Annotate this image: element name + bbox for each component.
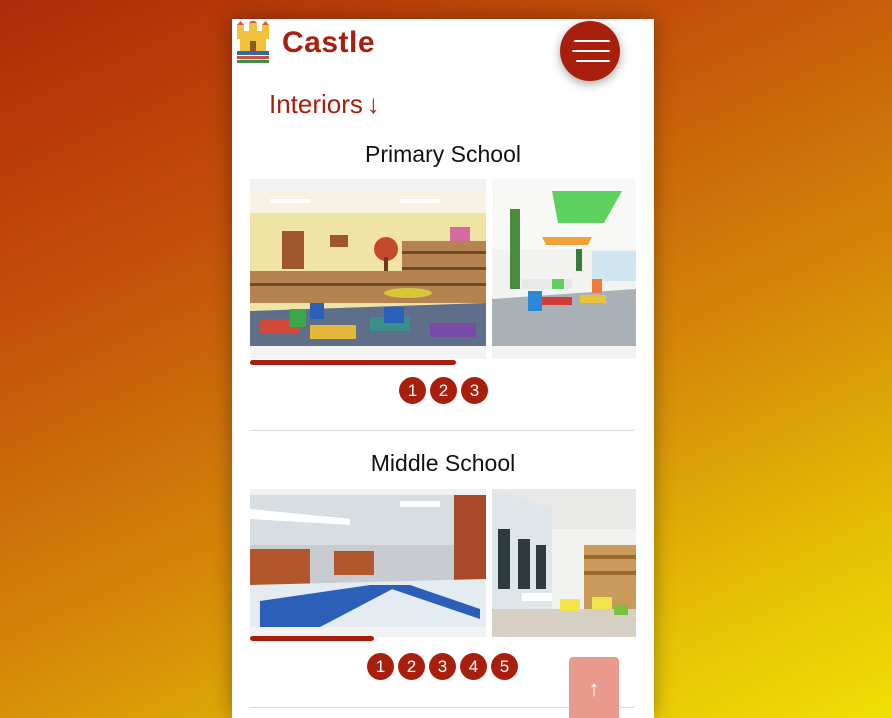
- hamburger-menu-icon: [576, 60, 610, 62]
- page-dot[interactable]: 3: [461, 377, 488, 404]
- carousel-slide[interactable]: [250, 489, 486, 637]
- arrow-up-icon: ↑: [588, 676, 600, 701]
- carousel-progress-bar: [250, 360, 456, 365]
- carousel-slide[interactable]: [492, 489, 636, 637]
- carousel-pagination: 1 2 3 4 5: [367, 653, 518, 680]
- section-divider: [250, 430, 635, 431]
- page-dot[interactable]: 1: [399, 377, 426, 404]
- interiors-label: Interiors: [269, 89, 363, 119]
- hallway-lockers-photo: [250, 489, 486, 637]
- carousel-progress-bar: [250, 636, 374, 641]
- page-dot[interactable]: 2: [430, 377, 457, 404]
- page-dot[interactable]: 4: [460, 653, 487, 680]
- page-dot[interactable]: 5: [491, 653, 518, 680]
- hamburger-menu-icon: [574, 40, 610, 42]
- carousel-pagination: 1 2 3: [399, 377, 488, 404]
- page-dot[interactable]: 1: [367, 653, 394, 680]
- group-title-primary-school: Primary School: [365, 141, 521, 167]
- hamburger-menu-icon: [572, 50, 610, 52]
- page-dot[interactable]: 3: [429, 653, 456, 680]
- carousel-slide[interactable]: [492, 179, 636, 359]
- carousel-slide[interactable]: [250, 179, 486, 359]
- brand-name[interactable]: Castle: [282, 26, 375, 60]
- cafeteria-classroom-photo: [492, 179, 636, 359]
- menu-button[interactable]: [560, 21, 620, 81]
- scroll-to-top-button[interactable]: ↑: [569, 657, 619, 718]
- group-title-middle-school: Middle School: [370, 450, 516, 476]
- phone-viewport: Castle Interiors ↓ Primary School 1 2 3 …: [232, 19, 654, 718]
- interiors-link[interactable]: Interiors ↓: [269, 89, 380, 120]
- site-header: Castle: [232, 19, 654, 81]
- page-dot[interactable]: 2: [398, 653, 425, 680]
- castle-logo-icon[interactable]: [234, 21, 272, 65]
- arrow-down-icon: ↓: [366, 89, 380, 119]
- library-classroom-photo: [250, 179, 486, 359]
- dining-area-photo: [492, 489, 636, 637]
